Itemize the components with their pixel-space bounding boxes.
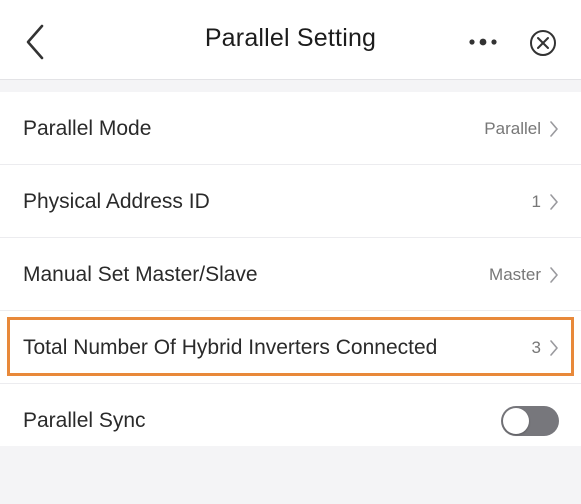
more-dots-icon — [469, 38, 497, 46]
close-button[interactable] — [528, 28, 558, 58]
row-physical-address-id[interactable]: Physical Address ID 1 — [0, 165, 581, 238]
chevron-right-icon — [550, 194, 558, 210]
row-manual-set-master-slave[interactable]: Manual Set Master/Slave Master — [0, 238, 581, 311]
chevron-right-icon — [550, 267, 558, 283]
row-total-hybrid-inverters[interactable]: Total Number Of Hybrid Inverters Connect… — [0, 311, 581, 384]
row-label: Physical Address ID — [23, 190, 210, 213]
chevron-right-icon — [550, 121, 558, 137]
close-circle-icon — [530, 30, 556, 56]
row-value: Master — [489, 265, 541, 284]
section-spacer — [0, 80, 581, 92]
row-label: Total Number Of Hybrid Inverters Connect… — [23, 336, 438, 359]
row-parallel-mode[interactable]: Parallel Mode Parallel — [0, 92, 581, 165]
row-value: 1 — [531, 192, 541, 211]
top-bar: Parallel Setting — [0, 0, 581, 80]
row-value: 3 — [531, 338, 541, 357]
chevron-right-icon — [550, 340, 558, 356]
parallel-sync-toggle[interactable] — [501, 406, 559, 436]
settings-list: Parallel Mode Parallel Physical Address … — [0, 92, 581, 457]
row-value: Parallel — [484, 119, 541, 138]
toggle-knob — [503, 408, 529, 434]
empty-background — [0, 446, 581, 504]
row-label: Manual Set Master/Slave — [23, 263, 258, 286]
row-label: Parallel Sync — [23, 409, 146, 432]
more-options-button[interactable] — [466, 30, 500, 54]
row-label: Parallel Mode — [23, 117, 152, 140]
